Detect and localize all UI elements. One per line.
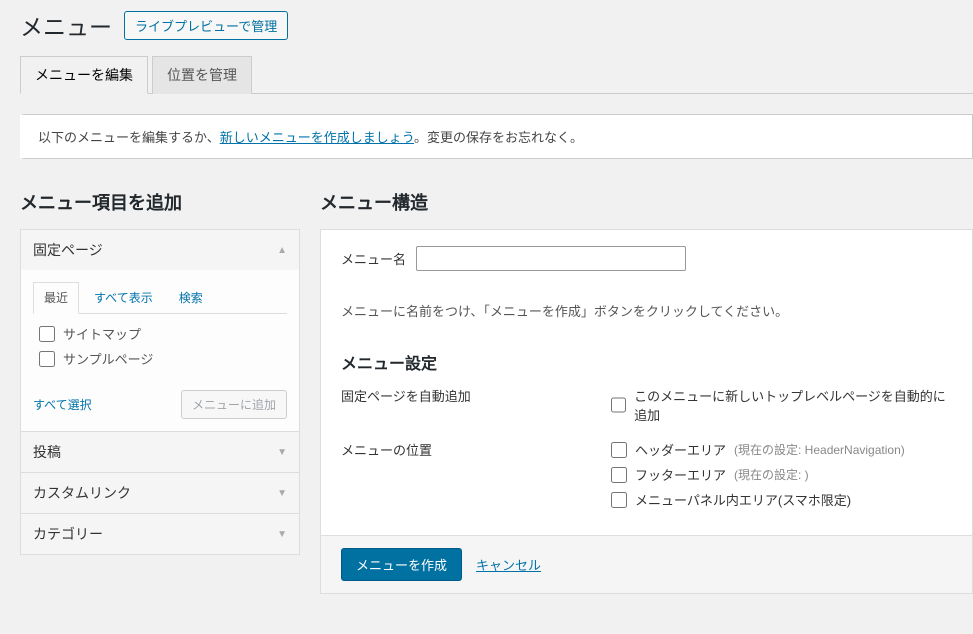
accordion-label-custom: カスタムリンク	[33, 483, 131, 503]
page-title: メニュー	[20, 8, 112, 42]
menu-settings-heading: メニュー設定	[341, 350, 952, 374]
location-header-sub: (現在の設定: HeaderNavigation)	[734, 441, 905, 458]
location-header-label: ヘッダーエリア	[635, 440, 726, 459]
menu-hint-text: メニューに名前をつけ、「メニューを作成」ボタンをクリックしてください。	[341, 301, 952, 320]
create-menu-button[interactable]: メニューを作成	[341, 548, 462, 581]
create-new-menu-link[interactable]: 新しいメニューを作成しましょう	[220, 130, 414, 145]
location-panel-label: メニューパネル内エリア(スマホ限定)	[635, 490, 851, 509]
caret-down-icon: ▼	[277, 529, 287, 540]
footer-actions: メニューを作成 キャンセル	[321, 535, 972, 593]
accordion-head-custom[interactable]: カスタムリンク ▼	[21, 473, 299, 513]
caret-down-icon: ▼	[277, 488, 287, 499]
item-sample-label: サンプルページ	[63, 349, 153, 368]
accordion-head-posts[interactable]: 投稿 ▼	[21, 432, 299, 472]
checkbox-auto-add[interactable]	[611, 397, 626, 413]
caret-up-icon: ▲	[277, 245, 287, 256]
notice-text-after: 。変更の保存をお忘れなく。	[414, 130, 583, 145]
checkbox-sample[interactable]	[39, 351, 55, 367]
accordion: 固定ページ ▲ 最近 すべて表示 検索 サイトマップ	[20, 229, 300, 555]
accordion-head-pages[interactable]: 固定ページ ▲	[21, 230, 299, 270]
accordion-label-categories: カテゴリー	[33, 524, 103, 544]
notice-text-before: 以下のメニューを編集するか、	[38, 130, 220, 145]
checkbox-location-panel[interactable]	[611, 492, 627, 508]
accordion-label-posts: 投稿	[33, 442, 61, 462]
cancel-link[interactable]: キャンセル	[476, 555, 541, 574]
accordion-body-pages: 最近 すべて表示 検索 サイトマップ サンプルページ	[21, 270, 299, 431]
location-footer-sub: (現在の設定: )	[734, 466, 809, 483]
menu-name-label: メニュー名	[341, 249, 406, 268]
caret-down-icon: ▼	[277, 447, 287, 458]
add-to-menu-button[interactable]: メニューに追加	[181, 390, 287, 419]
checkbox-sitemap[interactable]	[39, 326, 55, 342]
notice-bar: 以下のメニューを編集するか、新しいメニューを作成しましょう。変更の保存をお忘れな…	[20, 114, 973, 159]
menu-structure-heading: メニュー構造	[320, 189, 973, 215]
checkbox-location-header[interactable]	[611, 442, 627, 458]
nav-tabs: メニューを編集 位置を管理	[20, 56, 973, 94]
add-items-heading: メニュー項目を追加	[20, 189, 300, 215]
item-sitemap-label: サイトマップ	[63, 324, 141, 343]
menu-location-label: メニューの位置	[341, 440, 611, 515]
menu-name-input[interactable]	[416, 246, 686, 271]
tab-manage-locations[interactable]: 位置を管理	[152, 56, 252, 94]
structure-panel: メニュー名 メニューに名前をつけ、「メニューを作成」ボタンをクリックしてください…	[320, 229, 973, 594]
subtab-recent[interactable]: 最近	[33, 282, 79, 314]
select-all-link[interactable]: すべて選択	[33, 396, 92, 413]
auto-add-option-label: このメニューに新しいトップレベルページを自動的に追加	[634, 386, 952, 424]
live-preview-button[interactable]: ライブプレビューで管理	[124, 11, 288, 40]
checkbox-location-footer[interactable]	[611, 467, 627, 483]
tab-edit-menu[interactable]: メニューを編集	[20, 56, 148, 94]
subtab-all[interactable]: すべて表示	[83, 282, 164, 313]
accordion-head-categories[interactable]: カテゴリー ▼	[21, 514, 299, 554]
subtab-search[interactable]: 検索	[168, 282, 214, 313]
accordion-label-pages: 固定ページ	[33, 240, 103, 260]
location-footer-label: フッターエリア	[635, 465, 726, 484]
auto-add-label: 固定ページを自動追加	[341, 386, 611, 430]
